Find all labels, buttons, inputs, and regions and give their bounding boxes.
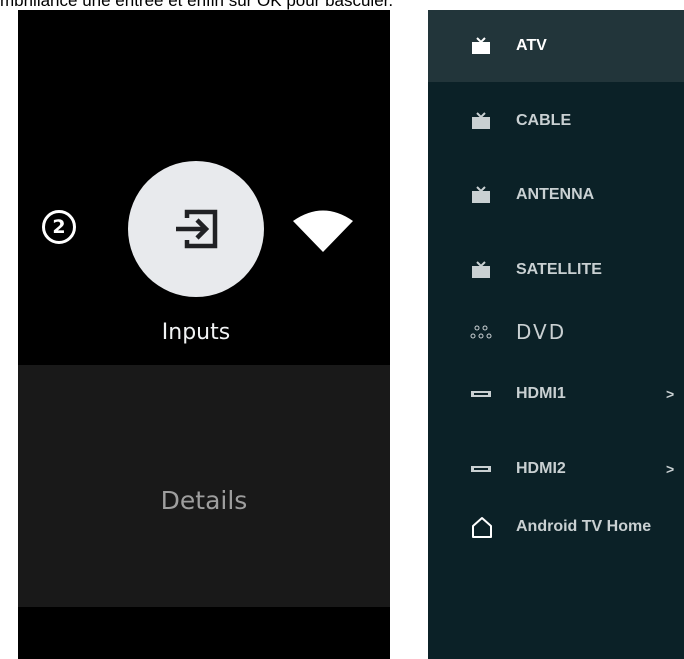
chevron-right-icon: > [666,386,675,402]
input-item-label: DVD [516,320,567,344]
home-icon [470,515,494,539]
inputs-button[interactable] [128,161,264,297]
notification-count-badge[interactable]: 2 [42,210,76,244]
input-item-android-tv-home[interactable]: Android TV Home [428,507,684,547]
input-item-label: SATELLITE [516,261,602,278]
input-item-label: CABLE [516,112,572,129]
inputs-label: Inputs [161,320,231,345]
dvd-dots-icon [470,321,492,343]
wifi-icon[interactable] [291,208,355,252]
input-item-antenna[interactable]: ANTENNA [428,175,684,215]
hdmi-icon [470,383,492,405]
input-item-label: HDMI2 [516,460,566,477]
input-item-cable[interactable]: CABLE [428,101,684,141]
input-item-label: Android TV Home [516,518,652,535]
quick-settings-panel: Details 2 Inputs [18,10,390,659]
input-item-label: ATV [516,37,547,54]
input-item-atv[interactable]: ATV [428,26,684,66]
tv-icon [470,110,492,132]
details-label: Details [160,486,248,515]
hdmi-icon [470,458,492,480]
inputs-list-panel: ATV CABLE ANTENNA SATELLITE DVD HDMI1 > … [428,10,684,659]
tv-icon [470,35,492,57]
input-item-label: ANTENNA [516,186,595,203]
input-item-hdmi1[interactable]: HDMI1 > [428,374,684,414]
input-item-label: HDMI1 [516,385,566,402]
tv-icon [470,184,492,206]
chevron-right-icon: > [666,461,675,477]
tv-icon [470,259,492,281]
input-source-icon [176,209,218,249]
input-item-hdmi2[interactable]: HDMI2 > [428,449,684,489]
input-item-dvd[interactable]: DVD [428,312,684,352]
input-item-satellite[interactable]: SATELLITE [428,250,684,290]
